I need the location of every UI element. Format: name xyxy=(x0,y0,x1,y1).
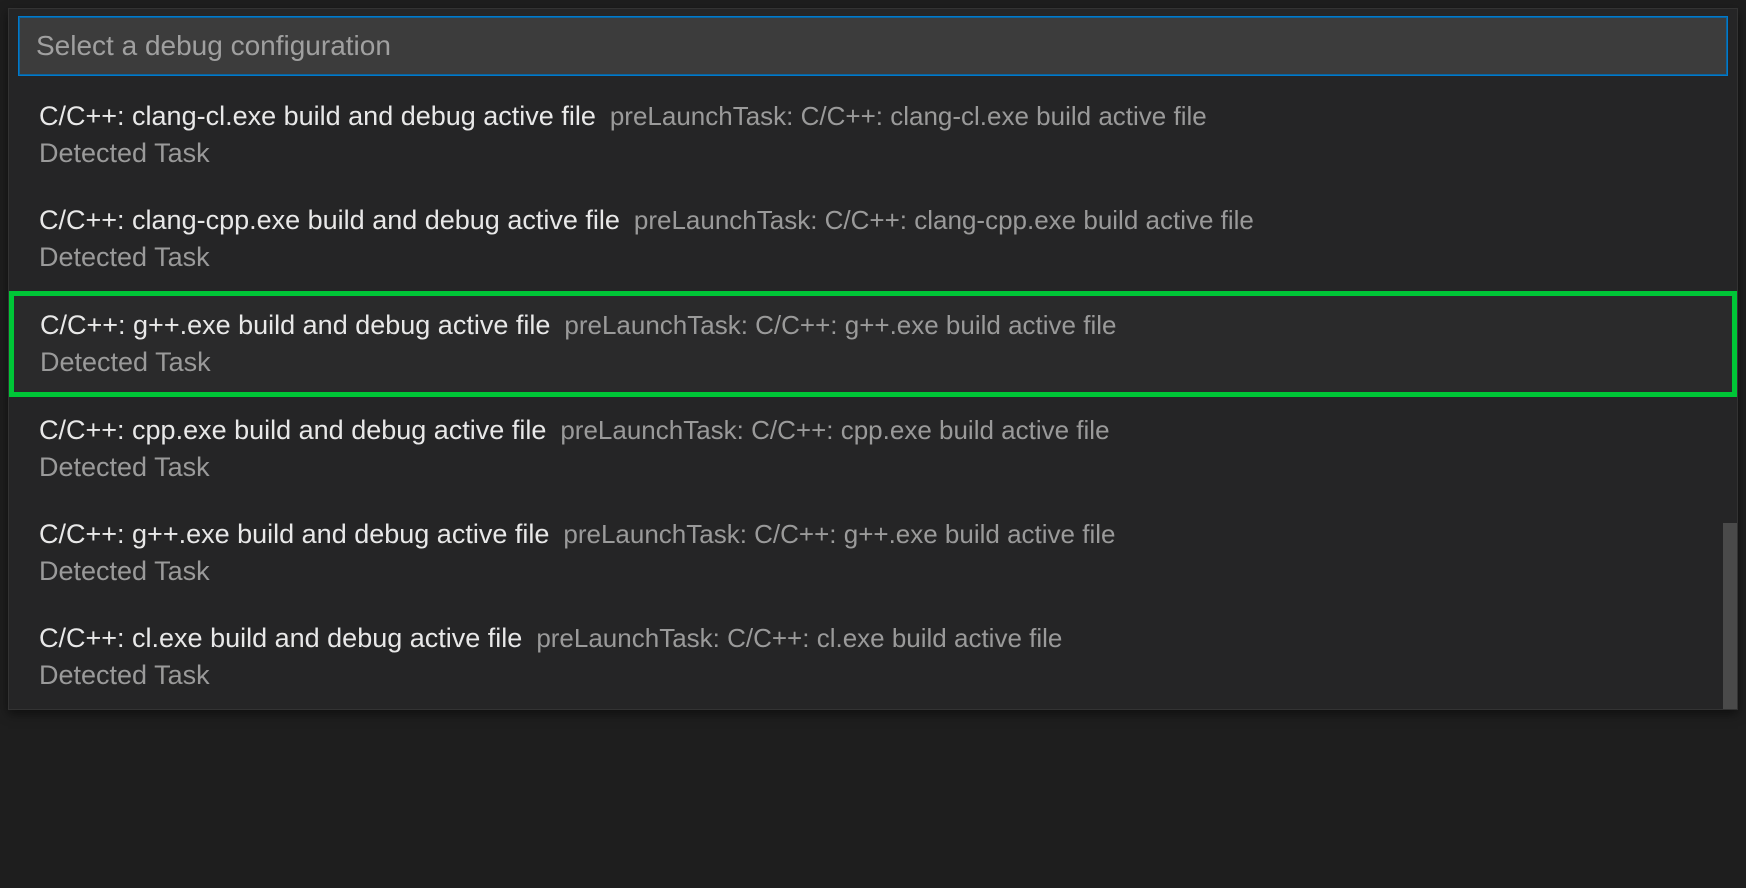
search-wrapper xyxy=(9,9,1737,83)
debug-option-gpp-highlighted[interactable]: C/C++: g++.exe build and debug active fi… xyxy=(9,291,1737,397)
option-header: C/C++: g++.exe build and debug active fi… xyxy=(39,519,1713,550)
debug-option-cl[interactable]: C/C++: cl.exe build and debug active fil… xyxy=(9,605,1737,709)
option-detail: Detected Task xyxy=(40,347,1712,378)
option-header: C/C++: cpp.exe build and debug active fi… xyxy=(39,415,1713,446)
debug-config-picker: C/C++: clang-cl.exe build and debug acti… xyxy=(8,8,1738,710)
option-description: preLaunchTask: C/C++: clang-cpp.exe buil… xyxy=(634,205,1254,236)
option-detail: Detected Task xyxy=(39,138,1713,169)
option-detail: Detected Task xyxy=(39,660,1713,691)
option-header: C/C++: clang-cpp.exe build and debug act… xyxy=(39,205,1713,236)
option-description: preLaunchTask: C/C++: g++.exe build acti… xyxy=(564,310,1116,341)
option-header: C/C++: clang-cl.exe build and debug acti… xyxy=(39,101,1713,132)
option-title: C/C++: g++.exe build and debug active fi… xyxy=(39,519,549,550)
option-title: C/C++: g++.exe build and debug active fi… xyxy=(40,310,550,341)
scrollbar-thumb[interactable] xyxy=(1723,523,1737,709)
debug-option-clang-cpp[interactable]: C/C++: clang-cpp.exe build and debug act… xyxy=(9,187,1737,291)
debug-option-clang-cl[interactable]: C/C++: clang-cl.exe build and debug acti… xyxy=(9,83,1737,187)
option-description: preLaunchTask: C/C++: cl.exe build activ… xyxy=(536,623,1062,654)
option-description: preLaunchTask: C/C++: clang-cl.exe build… xyxy=(610,101,1207,132)
option-title: C/C++: cpp.exe build and debug active fi… xyxy=(39,415,546,446)
options-list[interactable]: C/C++: clang-cl.exe build and debug acti… xyxy=(9,83,1737,709)
option-description: preLaunchTask: C/C++: cpp.exe build acti… xyxy=(560,415,1109,446)
option-title: C/C++: clang-cl.exe build and debug acti… xyxy=(39,101,596,132)
option-detail: Detected Task xyxy=(39,242,1713,273)
debug-option-cpp[interactable]: C/C++: cpp.exe build and debug active fi… xyxy=(9,397,1737,501)
option-detail: Detected Task xyxy=(39,452,1713,483)
option-header: C/C++: cl.exe build and debug active fil… xyxy=(39,623,1713,654)
option-header: C/C++: g++.exe build and debug active fi… xyxy=(40,310,1712,341)
option-title: C/C++: cl.exe build and debug active fil… xyxy=(39,623,522,654)
option-detail: Detected Task xyxy=(39,556,1713,587)
scrollbar[interactable] xyxy=(1723,523,1737,709)
option-title: C/C++: clang-cpp.exe build and debug act… xyxy=(39,205,620,236)
option-description: preLaunchTask: C/C++: g++.exe build acti… xyxy=(563,519,1115,550)
search-input[interactable] xyxy=(19,17,1727,75)
debug-option-gpp[interactable]: C/C++: g++.exe build and debug active fi… xyxy=(9,501,1737,605)
